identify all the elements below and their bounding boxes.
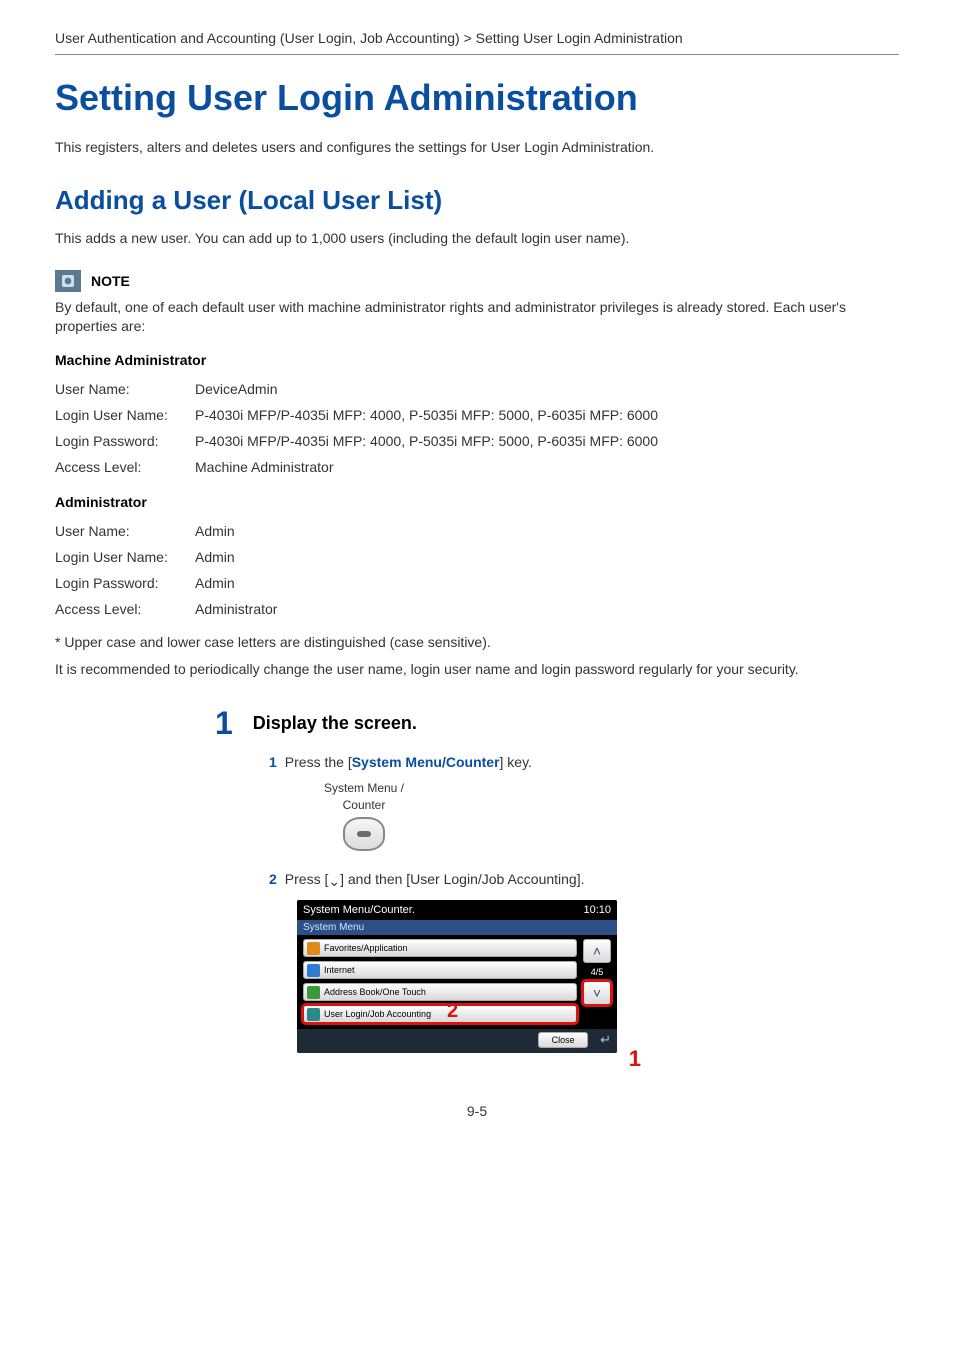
key-label-line2: Counter <box>309 799 419 812</box>
page-indicator: 4/5 <box>591 967 604 977</box>
key-label-line1: System Menu / <box>309 782 419 795</box>
note-icon <box>55 270 81 292</box>
note-box: NOTE By default, one of each default use… <box>55 270 899 336</box>
internet-icon <box>307 964 320 977</box>
callout-2: 2 <box>447 1000 458 1023</box>
hardware-key-graphic: System Menu / Counter <box>309 782 419 850</box>
page-title: Setting User Login Administration <box>55 77 899 119</box>
table-row: Login Password:P-4030i MFP/P-4035i MFP: … <box>55 428 658 454</box>
scroll-up-button[interactable]: ˄ <box>583 939 611 963</box>
menu-item-address-book[interactable]: Address Book/One Touch <box>303 983 577 1001</box>
recommendation: It is recommended to periodically change… <box>55 660 899 680</box>
administrator-heading: Administrator <box>55 494 899 510</box>
machine-admin-table: User Name:DeviceAdmin Login User Name:P-… <box>55 376 658 480</box>
callout-1: 1 <box>629 1046 641 1072</box>
table-row: Access Level:Administrator <box>55 596 277 622</box>
substep-number: 2 <box>269 871 277 888</box>
menu-item-favorites[interactable]: Favorites/Application <box>303 939 577 957</box>
menu-item-user-login[interactable]: User Login/Job Accounting <box>303 1005 577 1023</box>
close-button[interactable]: Close <box>538 1032 588 1048</box>
section-title: Adding a User (Local User List) <box>55 185 899 216</box>
substep-text: Press the [System Menu/Counter] key. <box>285 754 532 770</box>
machine-admin-heading: Machine Administrator <box>55 352 899 368</box>
intro-text: This registers, alters and deletes users… <box>55 139 899 155</box>
hardware-key-icon <box>343 817 385 851</box>
note-label: NOTE <box>91 273 130 289</box>
substep-2: 2 Press [⌄] and then [User Login/Job Acc… <box>269 871 899 888</box>
step-number: 1 <box>215 709 233 738</box>
enter-icon: ↵ <box>600 1032 611 1048</box>
chevron-down-icon: ˅ <box>593 985 601 1001</box>
table-row: Login User Name:Admin <box>55 544 277 570</box>
administrator-table: User Name:Admin Login User Name:Admin Lo… <box>55 518 277 622</box>
touch-panel-screenshot: System Menu/Counter. 10:10 System Menu F… <box>297 900 637 1053</box>
chevron-up-icon: ˄ <box>593 943 601 959</box>
step-title: Display the screen. <box>253 713 417 738</box>
favorites-icon <box>307 942 320 955</box>
key-name: System Menu/Counter <box>352 754 500 770</box>
substep-text: Press [⌄] and then [User Login/Job Accou… <box>285 871 585 888</box>
menu-item-internet[interactable]: Internet <box>303 961 577 979</box>
panel-time: 10:10 <box>583 904 611 916</box>
table-row: Login User Name:P-4030i MFP/P-4035i MFP:… <box>55 402 658 428</box>
panel-tab: System Menu <box>297 920 617 935</box>
address-book-icon <box>307 986 320 999</box>
substep-1: 1 Press the [System Menu/Counter] key. <box>269 754 899 770</box>
user-login-icon <box>307 1008 320 1021</box>
table-row: User Name:Admin <box>55 518 277 544</box>
table-row: Access Level:Machine Administrator <box>55 454 658 480</box>
page-number: 9-5 <box>55 1103 899 1119</box>
table-row: Login Password:Admin <box>55 570 277 596</box>
step-1: 1 Display the screen. <box>215 709 899 738</box>
breadcrumb: User Authentication and Accounting (User… <box>55 30 899 55</box>
section-intro: This adds a new user. You can add up to … <box>55 230 899 246</box>
panel-title: System Menu/Counter. <box>303 904 415 916</box>
footnote: * Upper case and lower case letters are … <box>55 634 899 650</box>
chevron-down-icon: ⌄ <box>328 873 340 890</box>
substep-number: 1 <box>269 754 277 770</box>
document-page: User Authentication and Accounting (User… <box>0 0 954 1159</box>
table-row: User Name:DeviceAdmin <box>55 376 658 402</box>
note-body: By default, one of each default user wit… <box>55 298 899 336</box>
scroll-down-button[interactable]: ˅ <box>583 981 611 1005</box>
